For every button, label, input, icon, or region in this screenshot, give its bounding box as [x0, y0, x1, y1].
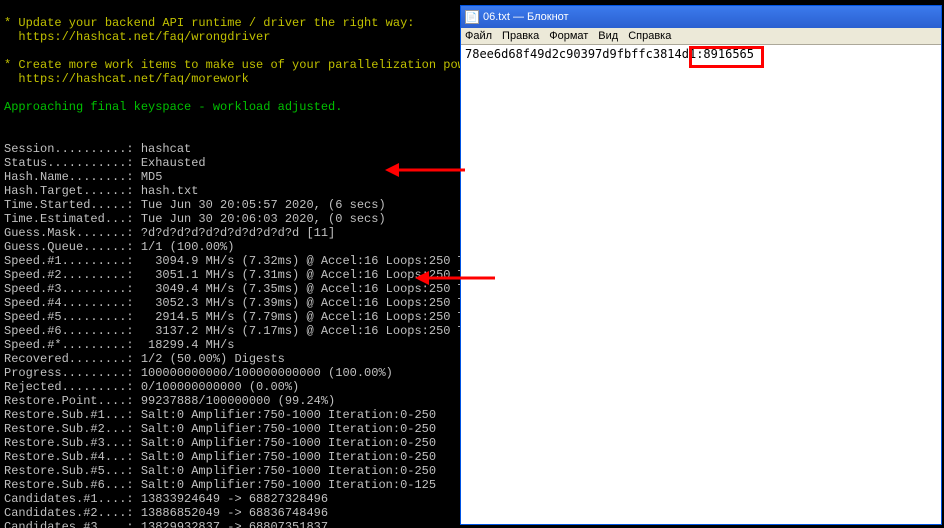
- guessqueue-line: Guess.Queue......: 1/1 (100.00%): [4, 240, 234, 254]
- hashname-line: Hash.Name........: MD5: [4, 170, 162, 184]
- hashcat-terminal: * Update your backend API runtime / driv…: [0, 0, 460, 528]
- tip-update-driver-line1: * Update your backend API runtime / driv…: [4, 16, 414, 30]
- menu-format[interactable]: Формат: [549, 30, 588, 42]
- speed6-line: Speed.#6.........: 3137.2 MH/s (7.17ms) …: [4, 324, 460, 338]
- session-line: Session..........: hashcat: [4, 142, 191, 156]
- speed3-line: Speed.#3.........: 3049.4 MH/s (7.35ms) …: [4, 282, 460, 296]
- hashtarget-line: Hash.Target......: hash.txt: [4, 184, 198, 198]
- menu-view[interactable]: Вид: [598, 30, 618, 42]
- notepad-icon: 📄: [465, 10, 479, 24]
- guessmask-line: Guess.Mask.......: ?d?d?d?d?d?d?d?d?d?d?…: [4, 226, 335, 240]
- hash-md5: 78ee6d68f49d2c90397d9fbffc3814d1:: [465, 47, 703, 61]
- notepad-titlebar[interactable]: 📄 06.txt — Блокнот: [461, 6, 941, 28]
- rsub6-line: Restore.Sub.#6...: Salt:0 Amplifier:750-…: [4, 478, 436, 492]
- menu-file[interactable]: Файл: [465, 30, 492, 42]
- notepad-title-text: 06.txt — Блокнот: [483, 11, 569, 23]
- menu-help[interactable]: Справка: [628, 30, 671, 42]
- rsub5-line: Restore.Sub.#5...: Salt:0 Amplifier:750-…: [4, 464, 436, 478]
- approaching-keyspace: Approaching final keyspace - workload ad…: [4, 100, 342, 114]
- notepad-menubar: Файл Правка Формат Вид Справка: [461, 28, 941, 45]
- rejected-line: Rejected.........: 0/100000000000 (0.00%…: [4, 380, 299, 394]
- cand1-line: Candidates.#1....: 13833924649 -> 688273…: [4, 492, 328, 506]
- speed4-line: Speed.#4.........: 3052.3 MH/s (7.39ms) …: [4, 296, 460, 310]
- restorepoint-line: Restore.Point....: 99237888/100000000 (9…: [4, 394, 335, 408]
- rsub4-line: Restore.Sub.#4...: Salt:0 Amplifier:750-…: [4, 450, 436, 464]
- tip-morework-line2: https://hashcat.net/faq/morework: [4, 72, 249, 86]
- tip-update-driver-line2: https://hashcat.net/faq/wrongdriver: [4, 30, 270, 44]
- rsub1-line: Restore.Sub.#1...: Salt:0 Amplifier:750-…: [4, 408, 436, 422]
- cand3-line: Candidates.#3....: 13829932837 -> 688073…: [4, 520, 328, 528]
- rsub2-line: Restore.Sub.#2...: Salt:0 Amplifier:750-…: [4, 422, 436, 436]
- cand2-line: Candidates.#2....: 13886852049 -> 688367…: [4, 506, 328, 520]
- notepad-window[interactable]: 📄 06.txt — Блокнот Файл Правка Формат Ви…: [460, 5, 942, 525]
- tip-morework-line1: * Create more work items to make use of …: [4, 58, 460, 72]
- speedall-line: Speed.#*.........: 18299.4 MH/s: [4, 338, 234, 352]
- speed1-line: Speed.#1.........: 3094.9 MH/s (7.32ms) …: [4, 254, 460, 268]
- menu-edit[interactable]: Правка: [502, 30, 539, 42]
- hash-plaintext: 8916565: [703, 47, 754, 61]
- status-line: Status...........: Exhausted: [4, 156, 206, 170]
- timeest-line: Time.Estimated...: Tue Jun 30 20:06:03 2…: [4, 212, 386, 226]
- notepad-textarea[interactable]: 78ee6d68f49d2c90397d9fbffc3814d1:8916565: [461, 45, 941, 524]
- progress-line: Progress.........: 100000000000/10000000…: [4, 366, 393, 380]
- speed5-line: Speed.#5.........: 2914.5 MH/s (7.79ms) …: [4, 310, 460, 324]
- recovered-line: Recovered........: 1/2 (50.00%) Digests: [4, 352, 285, 366]
- timestart-line: Time.Started.....: Tue Jun 30 20:05:57 2…: [4, 198, 386, 212]
- rsub3-line: Restore.Sub.#3...: Salt:0 Amplifier:750-…: [4, 436, 436, 450]
- speed2-line: Speed.#2.........: 3051.1 MH/s (7.31ms) …: [4, 268, 460, 282]
